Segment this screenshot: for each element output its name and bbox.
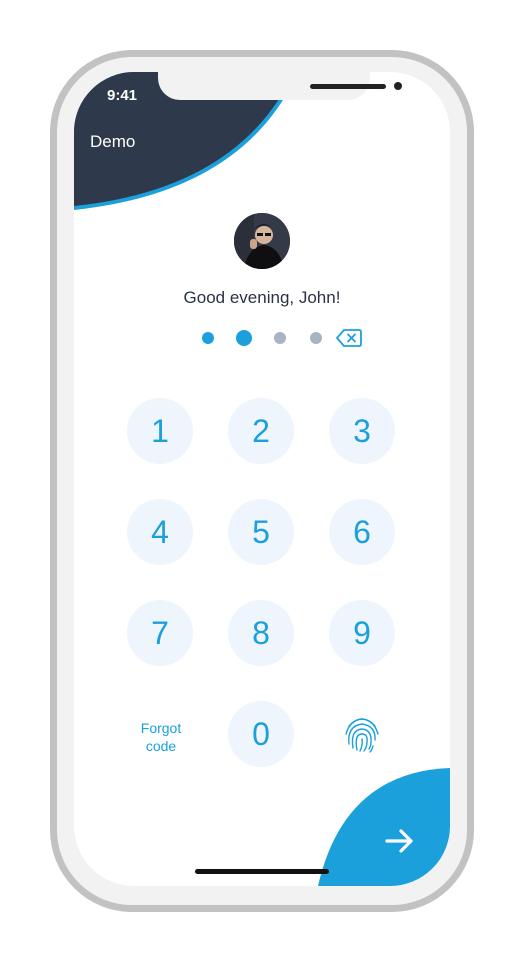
key-0[interactable]: 0 [228, 701, 294, 767]
front-camera [394, 82, 402, 90]
avatar [234, 213, 290, 269]
key-3[interactable]: 3 [329, 398, 395, 464]
backspace-icon[interactable] [336, 328, 362, 348]
notch [158, 72, 402, 100]
key-5[interactable]: 5 [228, 499, 294, 565]
key-6[interactable]: 6 [329, 499, 395, 565]
forgot-code-button[interactable]: Forgot code [128, 719, 194, 755]
avatar-image [234, 213, 290, 269]
key-2[interactable]: 2 [228, 398, 294, 464]
key-8[interactable]: 8 [228, 600, 294, 666]
key-7[interactable]: 7 [127, 600, 193, 666]
arrow-right-icon[interactable] [382, 824, 416, 858]
fingerprint-icon[interactable] [342, 714, 382, 754]
forgot-code-label-line2: code [145, 738, 177, 754]
pin-dot-4 [310, 332, 322, 344]
key-1[interactable]: 1 [127, 398, 193, 464]
key-9[interactable]: 9 [329, 600, 395, 666]
pin-dot-3 [274, 332, 286, 344]
greeting-text: Good evening, John! [183, 288, 341, 307]
home-indicator [195, 869, 329, 874]
phone-screen: 9:41 Demo Good evening, John! 1 2 3 4 5 … [74, 72, 450, 886]
forgot-code-label-line1: Forgot [140, 720, 182, 736]
header-title: Demo [90, 132, 136, 151]
speaker-grille [310, 84, 386, 89]
key-4[interactable]: 4 [127, 499, 193, 565]
pin-dot-1 [202, 332, 214, 344]
pin-dot-2 [236, 330, 252, 346]
status-bar-time: 9:41 [107, 87, 138, 104]
